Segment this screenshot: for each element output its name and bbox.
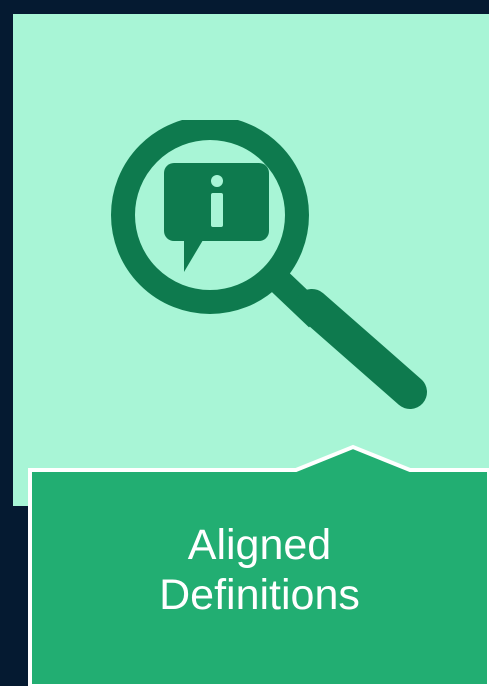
tab-title-line-2: Definitions [159, 571, 360, 619]
tab-title-line-1: Aligned [187, 521, 332, 569]
magnifying-glass-info-icon [100, 120, 430, 420]
tab-title: Aligned Definitions [30, 520, 489, 620]
